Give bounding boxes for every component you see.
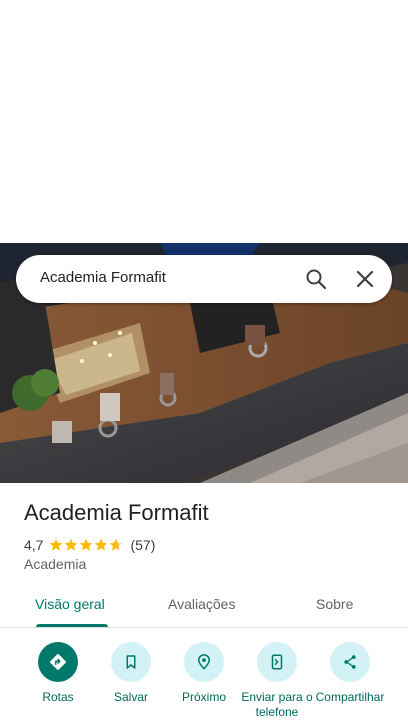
search-icon[interactable] xyxy=(304,267,328,291)
nearby-icon xyxy=(198,654,210,670)
tabs-divider xyxy=(0,627,408,628)
directions-button-circle[interactable] xyxy=(38,642,78,682)
send-to-phone-label: Enviar para o telefone xyxy=(241,690,313,719)
review-count[interactable]: (57) xyxy=(130,537,155,553)
save-button-circle[interactable] xyxy=(111,642,151,682)
directions-button[interactable]: Rotas xyxy=(21,642,95,705)
share-label: Compartilhar xyxy=(315,690,385,704)
search-input[interactable]: Academia Formafit xyxy=(40,269,166,286)
star-icon xyxy=(110,538,123,551)
send-to-phone-button-circle[interactable] xyxy=(257,642,297,682)
bookmark-icon xyxy=(126,655,136,669)
map-area[interactable] xyxy=(0,0,408,243)
rating-value: 4,7 xyxy=(24,537,44,553)
send-to-phone-button[interactable]: Enviar para o telefone xyxy=(240,642,314,720)
tab-reviews[interactable]: Avaliações xyxy=(168,596,235,612)
share-button-circle[interactable] xyxy=(330,642,370,682)
close-icon[interactable] xyxy=(353,267,377,291)
rating-row[interactable]: 4,7 (57) xyxy=(24,536,155,554)
rating-stars xyxy=(49,538,124,552)
star-icon xyxy=(50,538,63,551)
star-icon xyxy=(80,538,93,551)
star-icon xyxy=(95,538,108,551)
tab-overview[interactable]: Visão geral xyxy=(35,596,105,612)
send-to-phone-icon xyxy=(271,654,283,670)
nearby-button[interactable]: Próximo xyxy=(167,642,241,705)
tab-about[interactable]: Sobre xyxy=(316,596,353,612)
nearby-button-circle[interactable] xyxy=(184,642,224,682)
search-bar[interactable]: Academia Formafit xyxy=(16,255,392,303)
star-icon xyxy=(65,538,78,551)
place-title: Academia Formafit xyxy=(24,500,209,525)
share-button[interactable]: Compartilhar xyxy=(313,642,387,705)
nearby-label: Próximo xyxy=(181,690,226,704)
directions-label: Rotas xyxy=(42,690,74,704)
directions-icon xyxy=(50,654,66,670)
place-category[interactable]: Academia xyxy=(24,556,86,572)
save-button[interactable]: Salvar xyxy=(94,642,168,705)
share-icon xyxy=(344,655,356,669)
save-label: Salvar xyxy=(113,690,148,704)
